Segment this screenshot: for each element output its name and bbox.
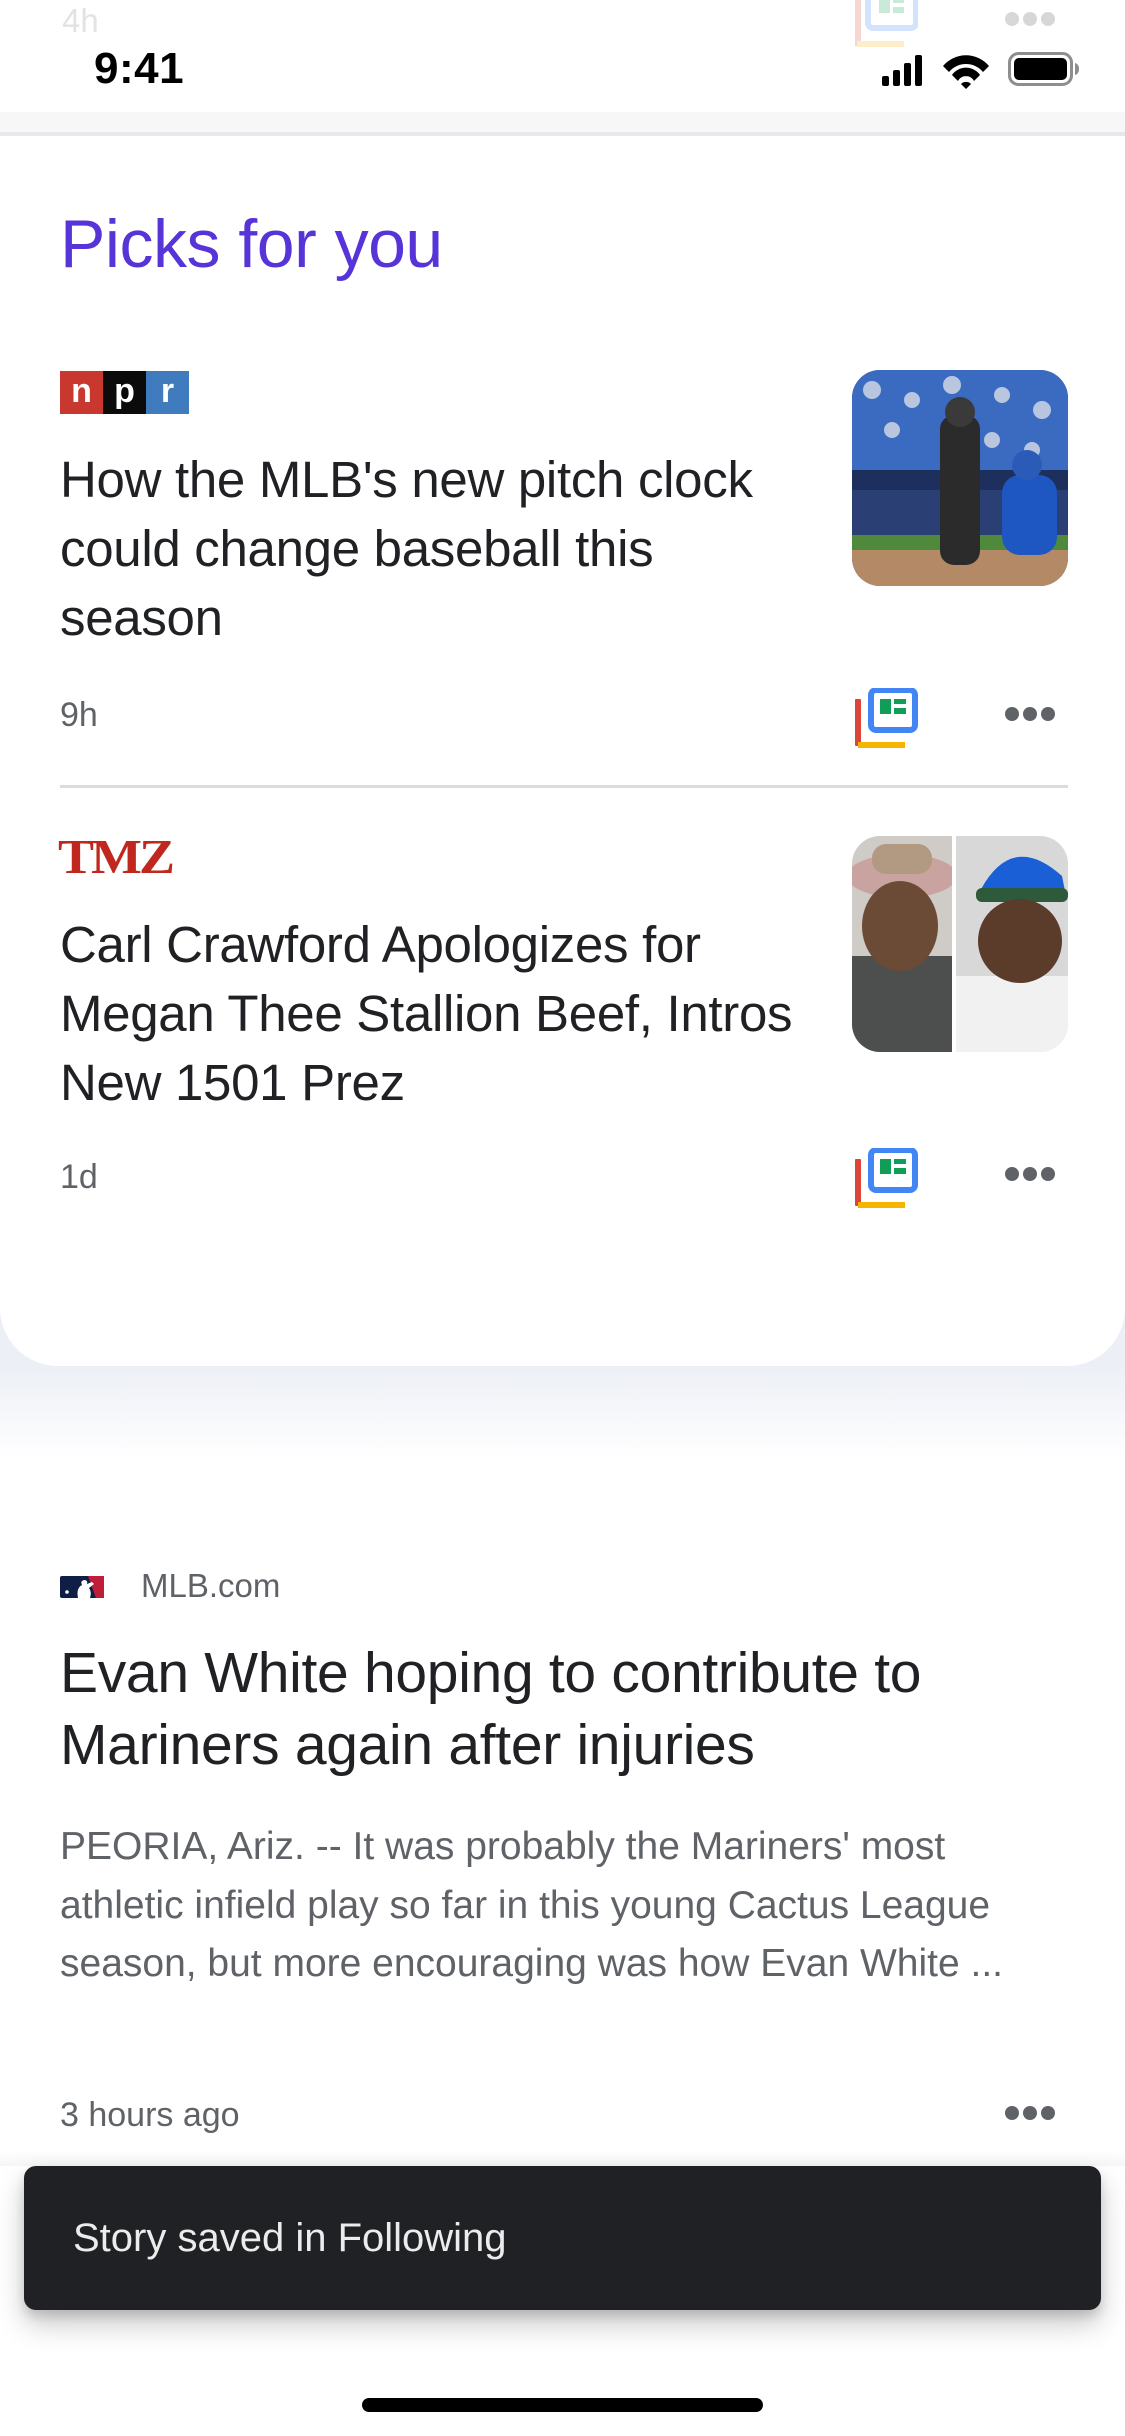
status-bar-icons — [882, 52, 1079, 89]
more-options-icon[interactable] — [1005, 707, 1055, 721]
article-source[interactable]: MLB.com — [141, 1567, 280, 1605]
snackbar: Story saved in Following — [24, 2166, 1101, 2310]
status-bar-time: 9:41 — [94, 44, 185, 93]
battery-icon — [1008, 52, 1079, 86]
article-thumbnail[interactable] — [852, 370, 1068, 586]
npr-logo-r: r — [146, 371, 189, 414]
baseball-photo — [852, 370, 1068, 586]
wifi-icon — [943, 55, 989, 89]
article-age: 1d — [60, 1158, 98, 1196]
snackbar-shadow-top — [0, 2150, 1125, 2166]
split-video-photo — [852, 836, 1068, 1052]
full-coverage-icon[interactable] — [855, 688, 918, 750]
article-divider — [60, 785, 1068, 788]
npr-logo-p: p — [103, 371, 146, 414]
mlb-logo — [60, 1576, 104, 1598]
npr-logo-n: n — [60, 371, 103, 414]
section-title: Picks for you — [60, 206, 443, 282]
npr-logo: n p r — [60, 371, 189, 414]
article-age: 3 hours ago — [60, 2096, 240, 2134]
article-age: 9h — [60, 696, 98, 734]
article-snippet[interactable]: PEORIA, Ariz. -- It was probably the Mar… — [60, 1818, 1070, 1994]
article-headline[interactable]: Carl Crawford Apologizes for Megan Thee … — [60, 910, 800, 1117]
more-options-icon[interactable] — [1005, 2106, 1055, 2120]
full-coverage-icon[interactable] — [855, 1148, 918, 1210]
snackbar-message: Story saved in Following — [73, 2215, 507, 2260]
full-coverage-icon[interactable] — [855, 0, 918, 48]
home-indicator[interactable] — [362, 2398, 763, 2412]
article-headline[interactable]: How the MLB's new pitch clock could chan… — [60, 445, 800, 652]
tmz-logo: TMZ — [58, 830, 175, 884]
picks-for-you-card — [0, 136, 1125, 1366]
more-options-icon[interactable] — [1005, 12, 1055, 26]
cellular-signal-icon — [882, 55, 922, 86]
more-options-icon[interactable] — [1005, 1167, 1055, 1181]
header-band — [0, 112, 1125, 132]
article-thumbnail[interactable] — [852, 836, 1068, 1052]
previous-article-timestamp: 4h — [62, 2, 99, 39]
article-headline[interactable]: Evan White hoping to contribute to Marin… — [60, 1637, 1070, 1781]
